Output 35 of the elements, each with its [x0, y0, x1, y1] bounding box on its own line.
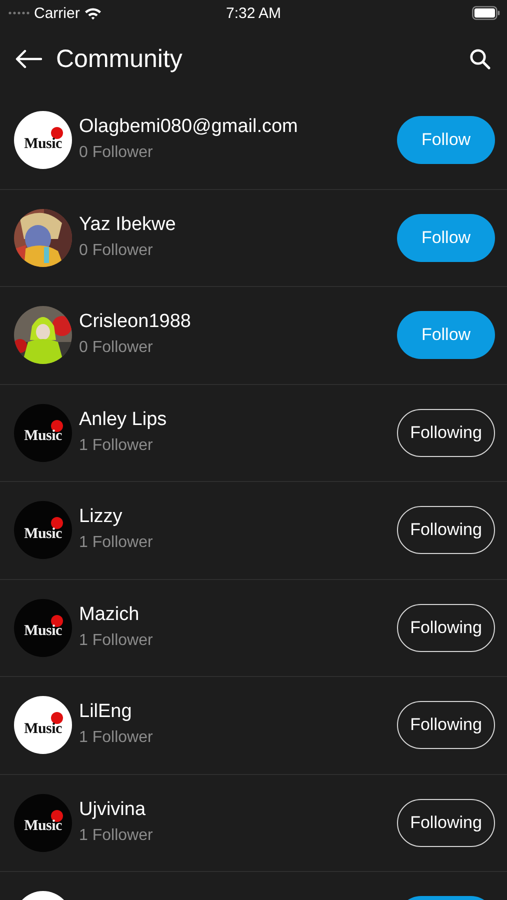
- following-button[interactable]: Following: [397, 506, 495, 554]
- user-name: Mazich: [79, 604, 140, 626]
- user-name: Ujvivina: [79, 798, 147, 821]
- user-name: Anley Lips: [79, 408, 168, 431]
- user-name: Yaz Ibekwe: [79, 214, 177, 236]
- follower-count: 0 Follower: [79, 144, 154, 162]
- follower-count: 1 Follower: [79, 632, 154, 650]
- user-name: LilEng: [79, 701, 133, 724]
- user-name: Lizzy: [79, 506, 124, 528]
- back-arrow-icon[interactable]: [14, 49, 42, 69]
- signal-icon: [8, 11, 30, 15]
- following-button[interactable]: Following: [397, 701, 495, 750]
- follower-count: 1 Follower: [79, 729, 154, 748]
- wifi-icon: [84, 6, 102, 20]
- page-title: Community: [56, 44, 182, 74]
- following-button[interactable]: Following: [397, 408, 495, 457]
- music-logo-avatar: Music: [14, 111, 72, 170]
- follower-count: 0 Follower: [79, 242, 154, 260]
- music-logo-avatar: Music: [14, 598, 72, 657]
- status-time: 7:32 AM: [226, 4, 282, 22]
- following-button[interactable]: Following: [397, 798, 495, 847]
- following-button[interactable]: Following: [397, 604, 495, 652]
- music-logo-avatar: Music: [14, 696, 72, 754]
- music-logo-avatar: Music: [14, 794, 72, 852]
- user-name: Olagbemi080@gmail.com: [79, 116, 299, 138]
- follower-count: 1 Follower: [79, 436, 154, 455]
- music-logo-avatar: Music: [14, 501, 72, 560]
- battery-icon: [472, 6, 500, 20]
- music-logo-avatar: Music: [14, 404, 72, 462]
- follower-count: 1 Follower: [79, 826, 154, 845]
- user-name: Crisleon1988: [79, 311, 192, 334]
- carrier-name: Carrier: [34, 4, 80, 22]
- follower-count: 1 Follower: [79, 534, 154, 552]
- follower-count: 0 Follower: [79, 339, 154, 358]
- search-icon[interactable]: [469, 48, 491, 70]
